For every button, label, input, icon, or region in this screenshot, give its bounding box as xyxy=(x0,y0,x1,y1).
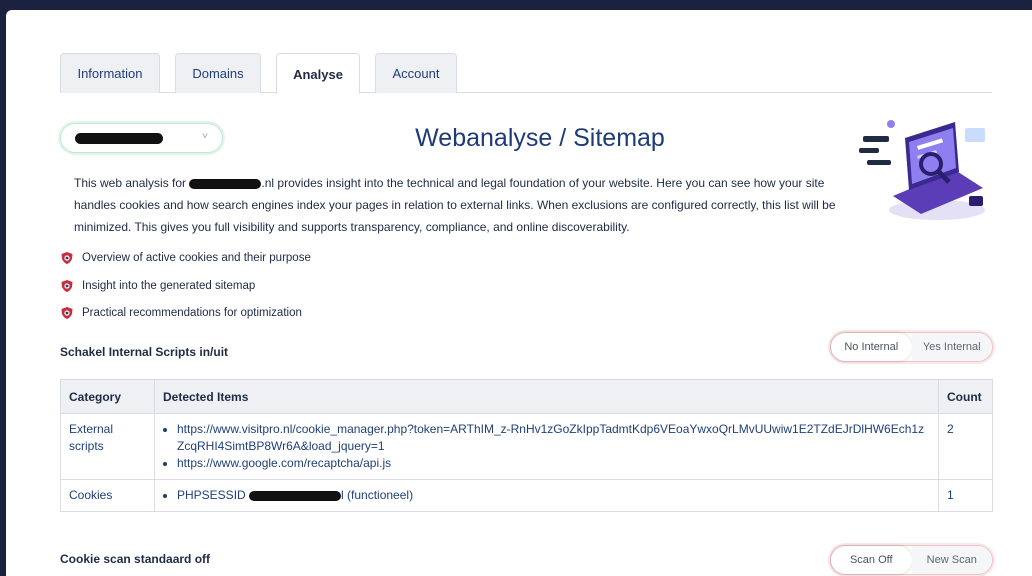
feature-text: Insight into the generated sitemap xyxy=(82,280,256,292)
detected-item: https://www.visitpro.nl/cookie_manager.p… xyxy=(177,421,930,455)
category-cell: External scripts xyxy=(60,413,155,480)
count-cell: 1 xyxy=(938,479,993,512)
no-internal-option[interactable]: No Internal xyxy=(831,333,912,361)
table-row: External scripts https://www.visitpro.nl… xyxy=(60,413,993,480)
shield-icon xyxy=(61,252,73,264)
cookie-purpose: l (functioneel) xyxy=(341,488,414,502)
tab-information[interactable]: Information xyxy=(60,53,160,93)
intro-text: This web analysis for .nl provides insig… xyxy=(74,172,844,238)
internal-scripts-label: Schakel Internal Scripts in/uit xyxy=(60,345,229,359)
items-cell: https://www.visitpro.nl/cookie_manager.p… xyxy=(154,413,939,480)
feature-item: Insight into the generated sitemap xyxy=(60,279,255,293)
redacted-domain xyxy=(75,133,163,144)
yes-internal-option[interactable]: Yes Internal xyxy=(911,333,992,361)
column-header-detected-items: Detected Items xyxy=(154,379,939,414)
items-cell: PHPSESSID l (functioneel) xyxy=(154,479,939,512)
table-header-row: Category Detected Items Count xyxy=(60,379,993,414)
new-scan-option[interactable]: New Scan xyxy=(911,546,992,574)
cookie-scan-label: Cookie scan standaard off xyxy=(60,552,211,566)
tab-bar: Information Domains Analyse Account xyxy=(60,53,992,94)
analytics-illustration xyxy=(855,110,995,230)
intro-text-start: This web analysis for xyxy=(74,176,190,190)
feature-item: Practical recommendations for optimizati… xyxy=(60,306,302,320)
feature-item: Overview of active cookies and their pur… xyxy=(60,251,311,265)
tab-domains[interactable]: Domains xyxy=(175,53,261,93)
column-header-count: Count xyxy=(938,379,993,414)
cookie-name: PHPSESSID xyxy=(177,488,250,502)
cookie-scan-toggle[interactable]: Scan Off New Scan xyxy=(830,545,993,575)
feature-text: Overview of active cookies and their pur… xyxy=(82,252,311,264)
detected-item: https://www.google.com/recaptcha/api.js xyxy=(177,455,930,472)
chevron-down-icon: ˅ xyxy=(202,131,208,142)
detected-item: PHPSESSID l (functioneel) xyxy=(177,487,930,504)
category-cell: Cookies xyxy=(60,479,155,512)
tab-analyse[interactable]: Analyse xyxy=(276,53,360,94)
detection-table: Category Detected Items Count External s… xyxy=(60,379,993,512)
shield-icon xyxy=(61,307,73,319)
redacted-domain xyxy=(189,178,262,189)
column-header-category: Category xyxy=(60,379,155,414)
count-cell: 2 xyxy=(938,413,993,480)
internal-scripts-toggle[interactable]: No Internal Yes Internal xyxy=(830,332,993,362)
domain-select[interactable]: ˅ xyxy=(60,123,223,153)
feature-text: Practical recommendations for optimizati… xyxy=(82,307,302,319)
shield-icon xyxy=(61,280,73,292)
tab-account[interactable]: Account xyxy=(375,53,457,93)
redacted-domain xyxy=(249,490,342,501)
table-row: Cookies PHPSESSID l (functioneel) 1 xyxy=(60,479,993,512)
scan-off-option[interactable]: Scan Off xyxy=(831,546,912,574)
page-title: Webanalyse / Sitemap xyxy=(415,124,665,152)
